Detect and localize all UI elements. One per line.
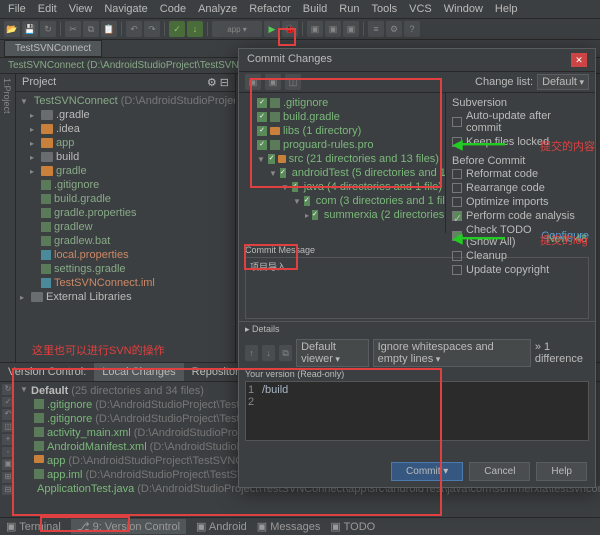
copy-icon[interactable]: ⧉ <box>83 21 99 37</box>
paste-icon[interactable]: 📋 <box>101 21 117 37</box>
menu-bar: File Edit View Navigate Code Analyze Ref… <box>0 0 600 19</box>
dialog-title: Commit Changes <box>247 53 332 67</box>
bb-todo[interactable]: ▣ TODO <box>330 520 375 533</box>
commit-tree[interactable]: ✓.gitignore ✓build.gradle ✓libs (1 direc… <box>239 93 445 233</box>
vcs-commit-icon[interactable]: ✓ <box>169 21 185 37</box>
vc-delete-icon[interactable]: - <box>2 447 14 458</box>
dlg-group-icon[interactable]: ▣ <box>265 74 281 90</box>
menu-build[interactable]: Build <box>303 3 327 15</box>
vc-collapse-icon[interactable]: ⊟ <box>2 485 14 496</box>
menu-refactor[interactable]: Refactor <box>249 3 291 15</box>
help-button[interactable]: Help <box>536 462 587 481</box>
viewer-combo[interactable]: Default viewer ▾ <box>296 339 369 367</box>
main-toolbar: 📂 💾 ↻ ✂ ⧉ 📋 ↶ ↷ ✓ ↓ app ▾ ▶ 🐞 ▣ ▣ ▣ ≡ ⚙ … <box>0 19 600 40</box>
redo-icon[interactable]: ↷ <box>144 21 160 37</box>
settings-icon[interactable]: ⚙ <box>386 21 402 37</box>
opt-optimize[interactable]: Optimize imports <box>452 195 589 209</box>
vcs-update-icon[interactable]: ↓ <box>187 21 203 37</box>
vc-expand-icon[interactable]: ⊞ <box>2 472 14 483</box>
vc-tab-local[interactable]: Local Changes <box>94 363 183 381</box>
diff-count: » 1 difference <box>535 341 589 365</box>
vc-shelf-icon[interactable]: ▣ <box>2 459 14 470</box>
sdk-icon[interactable]: ▣ <box>325 21 341 37</box>
opt-analyze[interactable]: ✓Perform code analysis <box>452 209 589 223</box>
panel-title: Project <box>22 76 56 89</box>
open-icon[interactable]: 📂 <box>4 21 20 37</box>
commit-options: Subversion Auto-update after commit Keep… <box>445 93 595 233</box>
opt-autoupdate[interactable]: Auto-update after commit <box>452 109 589 135</box>
vc-diff-icon[interactable]: ◫ <box>2 422 14 433</box>
menu-navigate[interactable]: Navigate <box>104 3 147 15</box>
monitor-icon[interactable]: ▣ <box>343 21 359 37</box>
menu-window[interactable]: Window <box>444 3 483 15</box>
dlg-diff-icon[interactable]: ◫ <box>285 74 301 90</box>
commit-dialog: Commit Changes ✕ ▣ ▣ ◫ Change list: Defau… <box>238 48 596 488</box>
run-config[interactable]: app ▾ <box>212 21 262 37</box>
vc-add-icon[interactable]: + <box>2 434 14 445</box>
bb-messages[interactable]: ▣ Messages <box>257 520 321 533</box>
diff-next-icon[interactable]: ↓ <box>262 345 275 361</box>
menu-view[interactable]: View <box>69 3 93 15</box>
left-gutter[interactable]: 1:Project <box>0 74 16 364</box>
readonly-label: Your version (Read-only) <box>239 369 595 379</box>
opt-keeplocked[interactable]: Keep files locked <box>452 135 589 149</box>
menu-code[interactable]: Code <box>160 3 186 15</box>
diff-prev-icon[interactable]: ↑ <box>245 345 258 361</box>
menu-analyze[interactable]: Analyze <box>198 3 237 15</box>
opt-cleanup[interactable]: Cleanup <box>452 249 589 263</box>
close-icon[interactable]: ✕ <box>571 53 587 67</box>
cancel-button[interactable]: Cancel <box>469 462 530 481</box>
undo-icon[interactable]: ↶ <box>126 21 142 37</box>
vc-revert-icon[interactable]: ↶ <box>2 409 14 420</box>
changelist-combo[interactable]: Default ▾ <box>537 74 589 90</box>
vc-toolbar: ↻ ✓ ↶ ◫ + - ▣ ⊞ ⊟ <box>0 382 16 497</box>
changelist-label: Change list: <box>475 76 533 88</box>
opt-rearrange[interactable]: Rearrange code <box>452 181 589 195</box>
menu-edit[interactable]: Edit <box>38 3 57 15</box>
bottom-bar: ▣ Terminal ⎇ 9: Version Control ▣ Androi… <box>0 517 600 535</box>
tab-project[interactable]: TestSVNConnect <box>4 40 102 57</box>
sync-icon[interactable]: ↻ <box>40 21 56 37</box>
opt-copyright[interactable]: Update copyright <box>452 263 589 277</box>
subversion-label: Subversion <box>452 97 507 109</box>
vc-refresh-icon[interactable]: ↻ <box>2 384 14 395</box>
vc-commit-icon[interactable]: ✓ <box>2 397 14 408</box>
cut-icon[interactable]: ✂ <box>65 21 81 37</box>
whitespace-combo[interactable]: Ignore whitespaces and empty lines ▾ <box>373 339 531 367</box>
avd-icon[interactable]: ▣ <box>307 21 323 37</box>
save-icon[interactable]: 💾 <box>22 21 38 37</box>
bb-vc[interactable]: ⎇ 9: Version Control <box>71 519 186 534</box>
menu-help[interactable]: Help <box>495 3 518 15</box>
help-icon[interactable]: ? <box>404 21 420 37</box>
before-commit-label: Before Commit <box>452 155 525 167</box>
details-toggle[interactable]: ▸ Details <box>239 321 595 337</box>
commit-button[interactable]: Commit ▾ <box>391 462 463 481</box>
project-panel: Project⚙ ⊟ ▼TestSVNConnect (D:\AndroidSt… <box>16 74 236 364</box>
structure-icon[interactable]: ≡ <box>368 21 384 37</box>
vc-title: Version Control: <box>0 363 94 381</box>
new-count: New: 48 <box>547 233 587 245</box>
project-tree[interactable]: ▼TestSVNConnect (D:\AndroidStudioProject… <box>16 92 235 306</box>
menu-run[interactable]: Run <box>339 3 359 15</box>
bb-terminal[interactable]: ▣ Terminal <box>6 520 61 533</box>
run-icon[interactable]: ▶ <box>264 21 280 37</box>
dlg-filter-icon[interactable]: ▣ <box>245 74 261 90</box>
diff-copy-icon[interactable]: ⧉ <box>279 345 292 361</box>
bb-android[interactable]: ▣ Android <box>196 520 247 533</box>
diff-viewer[interactable]: 1/build 2 <box>245 381 589 441</box>
menu-file[interactable]: File <box>8 3 26 15</box>
menu-tools[interactable]: Tools <box>371 3 397 15</box>
menu-vcs[interactable]: VCS <box>409 3 432 15</box>
debug-icon[interactable]: 🐞 <box>282 21 298 37</box>
opt-reformat[interactable]: Reformat code <box>452 167 589 181</box>
